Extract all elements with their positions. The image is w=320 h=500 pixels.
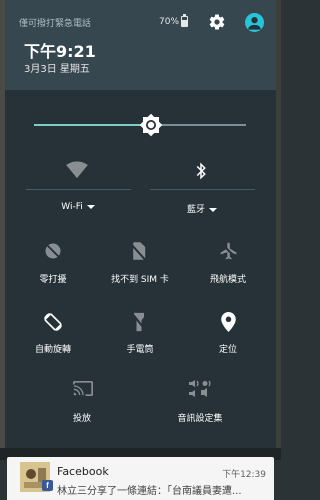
airplane-icon <box>220 242 238 260</box>
airplane-label: 飛航模式 <box>209 275 246 285</box>
quick-settings-header: 僅可撥打緊急電話 70% 下午9:21 3月3日 星期五 <box>5 0 276 90</box>
sim-label: 找不到 SIM 卡 <box>111 275 169 285</box>
auto-rotate-icon <box>43 312 63 332</box>
notification-time: 下午12:39 <box>222 470 266 480</box>
bluetooth-icon <box>196 162 206 180</box>
bluetooth-divider <box>150 189 255 190</box>
sound-settings-icon <box>189 380 211 397</box>
clock-time: 下午9:21 <box>24 42 96 61</box>
cast-icon <box>73 381 93 396</box>
location-icon <box>221 312 236 332</box>
facebook-notification[interactable]: f Facebook 下午12:39 林立三分享了一條連結：「台南議員妻遭... <box>7 457 274 500</box>
cast-label: 投放 <box>72 414 91 424</box>
clock-date[interactable]: 3月3日 星期五 <box>24 60 90 75</box>
bluetooth-label[interactable]: 藍牙 <box>177 202 227 215</box>
flashlight-icon <box>132 312 146 332</box>
do-not-disturb-icon <box>45 243 61 259</box>
chevron-down-icon <box>209 207 217 212</box>
wifi-icon <box>66 161 88 179</box>
user-avatar-icon[interactable] <box>245 13 264 32</box>
flashlight-label: 手電筒 <box>126 345 154 355</box>
wifi-divider <box>26 189 131 190</box>
brightness-slider-fill <box>34 124 151 126</box>
location-label: 定位 <box>218 345 237 355</box>
chevron-down-icon <box>86 204 95 209</box>
battery-icon <box>181 14 188 27</box>
wifi-label[interactable]: Wi-Fi <box>56 202 100 212</box>
emergency-calls-only-text: 僅可撥打緊急電話 <box>19 19 92 29</box>
brightness-icon[interactable] <box>139 113 163 137</box>
gear-icon[interactable] <box>208 13 226 31</box>
wallpaper-edge-right <box>276 0 281 448</box>
notification-title: Facebook <box>57 465 109 478</box>
battery-percent: 70% <box>159 17 180 27</box>
auto-rotate-label: 自動旋轉 <box>34 345 71 355</box>
facebook-icon: f <box>42 480 53 491</box>
notification-text: 林立三分享了一條連結：「台南議員妻遭... <box>57 486 242 497</box>
no-sim-icon <box>130 242 146 261</box>
sound-settings-label: 音訊設定集 <box>177 414 223 424</box>
dnd-label: 零打擾 <box>39 275 67 285</box>
